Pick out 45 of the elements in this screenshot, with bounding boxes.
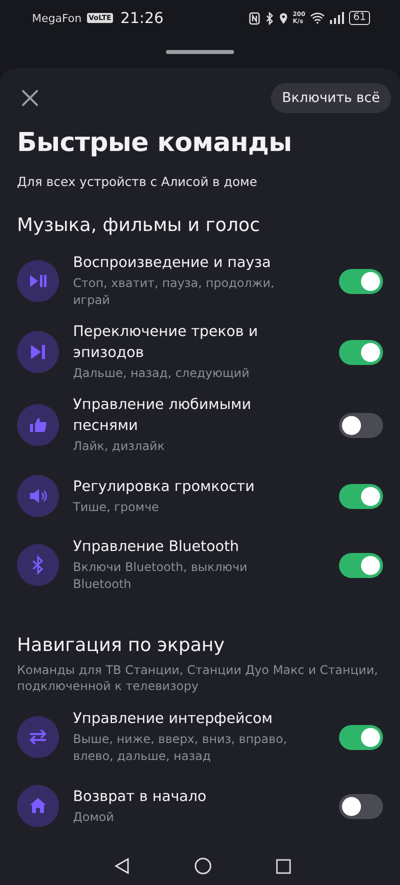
toggle-switch[interactable] xyxy=(339,724,383,750)
carrier-name: MegaFon xyxy=(32,12,82,24)
battery-level: 61 xyxy=(349,11,370,25)
home-icon xyxy=(28,796,48,816)
home-button-icon[interactable] xyxy=(194,857,212,875)
close-icon[interactable] xyxy=(20,88,40,108)
command-title: Переключение треков и эпизодов xyxy=(73,323,259,363)
sheet-handle[interactable] xyxy=(166,50,234,54)
speaker-icon xyxy=(28,486,48,506)
skip-next-icon xyxy=(28,342,48,362)
command-hint: Тише, громче xyxy=(73,498,160,516)
toggle-switch[interactable] xyxy=(339,340,383,364)
enable-all-button[interactable]: Включить всё xyxy=(271,83,391,113)
section-description: Команды для ТВ Станции, Станции Дуо Макс и Станции, подключенной к телевизору xyxy=(17,662,379,694)
signal-icon xyxy=(330,12,344,24)
command-hint: Лайк, дизлайк xyxy=(73,438,166,455)
toggle-switch[interactable] xyxy=(339,794,383,818)
command-hint: Дальше, назад, следующий xyxy=(73,365,250,382)
command-title: Возврат в начало xyxy=(73,788,208,806)
thumbs-up-icon xyxy=(28,415,48,435)
command-title: Регулировка громкости xyxy=(73,478,256,496)
command-title: Управление Bluetooth xyxy=(73,538,240,557)
back-icon[interactable] xyxy=(114,857,130,875)
toggle-switch[interactable] xyxy=(339,552,383,578)
command-hint: Домой xyxy=(73,808,115,826)
toggle-switch[interactable] xyxy=(339,412,383,438)
bluetooth-icon xyxy=(264,12,274,24)
page-subtitle: Для всех устройств с Алисой в доме xyxy=(17,174,258,189)
toggle-switch[interactable] xyxy=(339,268,383,294)
swap-arrows-icon xyxy=(28,727,48,747)
toggle-switch[interactable] xyxy=(339,484,383,508)
location-icon xyxy=(278,12,288,24)
page-title: Быстрые команды xyxy=(17,128,293,158)
wifi-icon xyxy=(310,12,326,24)
section-title: Навигация по экрану xyxy=(17,635,226,656)
section-title: Музыка, фильмы и голос xyxy=(17,215,261,236)
command-title: Управление интерфейсом xyxy=(73,710,274,729)
command-hint: Выше, ниже, вверх, вниз, вправо, влево, дальше, назад xyxy=(73,731,288,765)
command-title: Управление любимыми песнями xyxy=(73,396,252,436)
recents-icon[interactable] xyxy=(276,858,290,874)
command-hint: Стоп, хватит, пауза, продолжи, играй xyxy=(73,275,276,309)
command-hint: Включи Bluetooth, выключи Bluetooth xyxy=(73,559,248,593)
nfc-icon xyxy=(248,12,260,24)
clock: 21:26 xyxy=(120,9,164,27)
command-title: Воспроизведение и пауза xyxy=(73,254,272,273)
